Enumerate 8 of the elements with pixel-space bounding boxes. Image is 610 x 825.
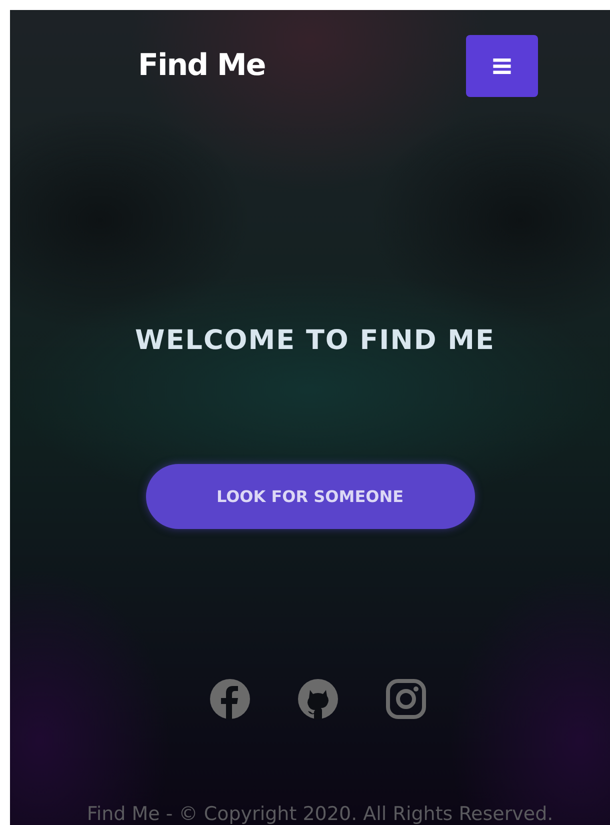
welcome-heading: WELCOME TO FIND ME bbox=[135, 325, 495, 356]
copyright-text: Find Me - © Copyright 2020. All Rights Reserved. bbox=[86, 803, 554, 825]
github-icon[interactable] bbox=[298, 679, 338, 719]
menu-button[interactable]: ≡ bbox=[466, 34, 538, 97]
brand-title[interactable]: Find Me bbox=[138, 48, 266, 84]
facebook-icon[interactable] bbox=[210, 679, 250, 719]
instagram-icon[interactable] bbox=[386, 679, 426, 719]
look-for-someone-button[interactable]: LOOK FOR SOMEONE bbox=[146, 464, 474, 529]
